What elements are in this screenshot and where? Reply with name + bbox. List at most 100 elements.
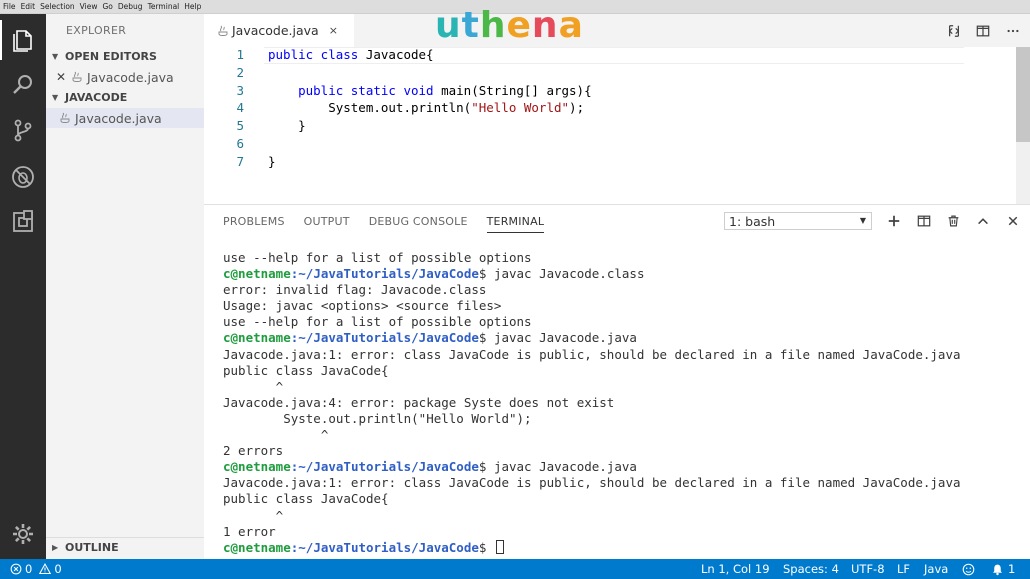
code-line: System.out.println("Hello World"); bbox=[268, 100, 584, 115]
problems-status[interactable]: 0 0 bbox=[10, 559, 62, 579]
code-token: public class bbox=[268, 47, 366, 62]
code-token: System.out.println( bbox=[268, 100, 472, 116]
terminal-command: javac Javacode.java bbox=[493, 459, 637, 475]
logo-letter: a bbox=[558, 4, 584, 46]
warning-count: 0 bbox=[54, 562, 62, 576]
more-actions-icon[interactable] bbox=[1004, 22, 1022, 40]
trash-icon[interactable] bbox=[943, 212, 963, 230]
open-editor-filename: Javacode.java bbox=[87, 69, 174, 85]
prompt-user: c@netname bbox=[223, 266, 291, 282]
tab-output[interactable]: OUTPUT bbox=[304, 215, 350, 233]
menu-help[interactable]: Help bbox=[184, 0, 201, 14]
source-control-icon[interactable] bbox=[0, 110, 46, 150]
terminal-text: Javacode.java:4: error: package Syste do… bbox=[223, 394, 615, 410]
terminal-cursor bbox=[495, 539, 504, 554]
tab-label: Javacode.java bbox=[232, 23, 319, 38]
menu-go[interactable]: Go bbox=[102, 0, 112, 14]
smiley-feedback-icon[interactable] bbox=[962, 559, 975, 579]
editor-tab-bar: Javacode.java × bbox=[204, 14, 1030, 47]
terminal-text: ^ bbox=[223, 507, 284, 523]
bottom-panel: PROBLEMS OUTPUT DEBUG CONSOLE TERMINAL 1: b… bbox=[204, 204, 1030, 559]
terminal-text: 2 errors bbox=[223, 443, 284, 459]
logo-letter: t bbox=[461, 4, 480, 46]
terminal-line: ^ bbox=[223, 379, 1023, 395]
code-token: main(String[] args){ bbox=[441, 82, 592, 98]
terminal-output[interactable]: use --help for a list of possible option… bbox=[223, 250, 1023, 556]
terminal-line: public class JavaCode{ bbox=[223, 491, 1023, 507]
code-editor[interactable]: 1 public class Javacode{2 3 public static … bbox=[204, 47, 1030, 204]
notification-count: 1 bbox=[1008, 562, 1016, 576]
outline-section[interactable]: ▶ OUTLINE bbox=[46, 537, 204, 556]
file-tree-item[interactable]: Javacode.java bbox=[46, 108, 204, 128]
terminal-line: Syste.out.println("Hello World"); bbox=[223, 411, 1023, 427]
encoding[interactable]: UTF-8 bbox=[851, 559, 885, 579]
outline-label: OUTLINE bbox=[65, 540, 119, 554]
code-token: } bbox=[268, 118, 306, 134]
extensions-icon[interactable] bbox=[0, 202, 46, 242]
tab-javacode[interactable]: Javacode.java × bbox=[204, 14, 354, 47]
prompt-dollar: $ bbox=[478, 459, 494, 475]
open-changes-icon[interactable] bbox=[945, 22, 963, 40]
file-tree-filename: Javacode.java bbox=[75, 110, 162, 126]
files-icon[interactable] bbox=[0, 20, 46, 60]
gear-icon[interactable] bbox=[0, 514, 46, 554]
menu-view[interactable]: View bbox=[80, 0, 98, 14]
brand-logo: uthena bbox=[435, 3, 584, 47]
open-editors-section[interactable]: ▼ OPEN EDITORS bbox=[46, 47, 204, 66]
menu-selection[interactable]: Selection bbox=[40, 0, 75, 14]
maximize-panel-icon[interactable] bbox=[973, 212, 993, 230]
tab-debug-console[interactable]: DEBUG CONSOLE bbox=[369, 215, 468, 233]
split-terminal-icon[interactable] bbox=[914, 212, 934, 230]
tab-problems[interactable]: PROBLEMS bbox=[223, 215, 285, 233]
code-line: } bbox=[268, 154, 276, 169]
terminal-select-value: 1: bash bbox=[729, 213, 776, 229]
cursor-position[interactable]: Ln 1, Col 19 bbox=[701, 559, 770, 579]
notifications[interactable]: 1 bbox=[991, 559, 1015, 579]
sidebar-title: EXPLORER bbox=[66, 24, 127, 37]
error-count: 0 bbox=[25, 562, 33, 576]
menu-file[interactable]: File bbox=[3, 0, 16, 14]
logo-letter: n bbox=[531, 4, 559, 46]
terminal-line: ^ bbox=[223, 427, 1023, 443]
line-number: 7 bbox=[236, 153, 244, 169]
terminal-text: use --help for a list of possible option… bbox=[223, 250, 532, 265]
menu-edit[interactable]: Edit bbox=[21, 0, 36, 14]
open-editors-label: OPEN EDITORS bbox=[65, 50, 157, 63]
indentation[interactable]: Spaces: 4 bbox=[783, 559, 839, 579]
terminal-line: c@netname:~/JavaTutorials/JavaCode$ java… bbox=[223, 459, 1023, 475]
prompt-user: c@netname bbox=[223, 459, 291, 475]
terminal-line: 1 error bbox=[223, 524, 1023, 540]
menu-terminal[interactable]: Terminal bbox=[148, 0, 180, 14]
close-icon[interactable]: ✕ bbox=[46, 70, 66, 84]
prompt-path: ~/JavaTutorials/JavaCode bbox=[298, 330, 479, 346]
terminal-line: public class JavaCode{ bbox=[223, 363, 1023, 379]
open-editor-item[interactable]: ✕ Javacode.java bbox=[46, 67, 204, 87]
code-line: public class Javacode{ bbox=[268, 47, 434, 62]
project-section[interactable]: ▼ JAVACODE bbox=[46, 88, 204, 107]
debug-icon[interactable] bbox=[0, 157, 46, 197]
terminal-text: Syste.out.println("Hello World"); bbox=[223, 410, 532, 426]
code-token: "Hello World" bbox=[471, 100, 570, 116]
language-mode[interactable]: Java bbox=[924, 559, 948, 579]
menu-debug[interactable]: Debug bbox=[118, 0, 143, 14]
prompt-dollar: $ bbox=[478, 266, 494, 282]
terminal-line: Javacode.java:1: error: class JavaCode i… bbox=[223, 475, 1023, 491]
split-editor-icon[interactable] bbox=[974, 22, 992, 40]
java-file-icon bbox=[60, 112, 70, 124]
search-icon[interactable] bbox=[0, 65, 46, 105]
terminal-select[interactable]: 1: bash ▼ bbox=[724, 212, 872, 230]
prompt-dollar: $ bbox=[478, 330, 494, 346]
logo-letter: u bbox=[435, 4, 462, 46]
code-token: } bbox=[268, 153, 276, 169]
terminal-command: javac Javacode.class bbox=[493, 266, 645, 282]
editor-scrollbar-thumb[interactable] bbox=[1016, 47, 1030, 142]
tab-terminal[interactable]: TERMINAL bbox=[486, 215, 545, 233]
terminal-text: Javacode.java:1: error: class JavaCode i… bbox=[223, 346, 961, 362]
status-bar: 0 0 Ln 1, Col 19 Spaces: 4 UTF-8 LF Java… bbox=[0, 559, 1030, 579]
java-file-icon bbox=[218, 25, 228, 37]
new-terminal-icon[interactable] bbox=[884, 212, 904, 230]
close-icon[interactable]: × bbox=[329, 24, 338, 37]
close-panel-icon[interactable] bbox=[1003, 212, 1023, 230]
code-line: public static void main(String[] args){ bbox=[268, 83, 592, 98]
end-of-line[interactable]: LF bbox=[897, 559, 910, 579]
